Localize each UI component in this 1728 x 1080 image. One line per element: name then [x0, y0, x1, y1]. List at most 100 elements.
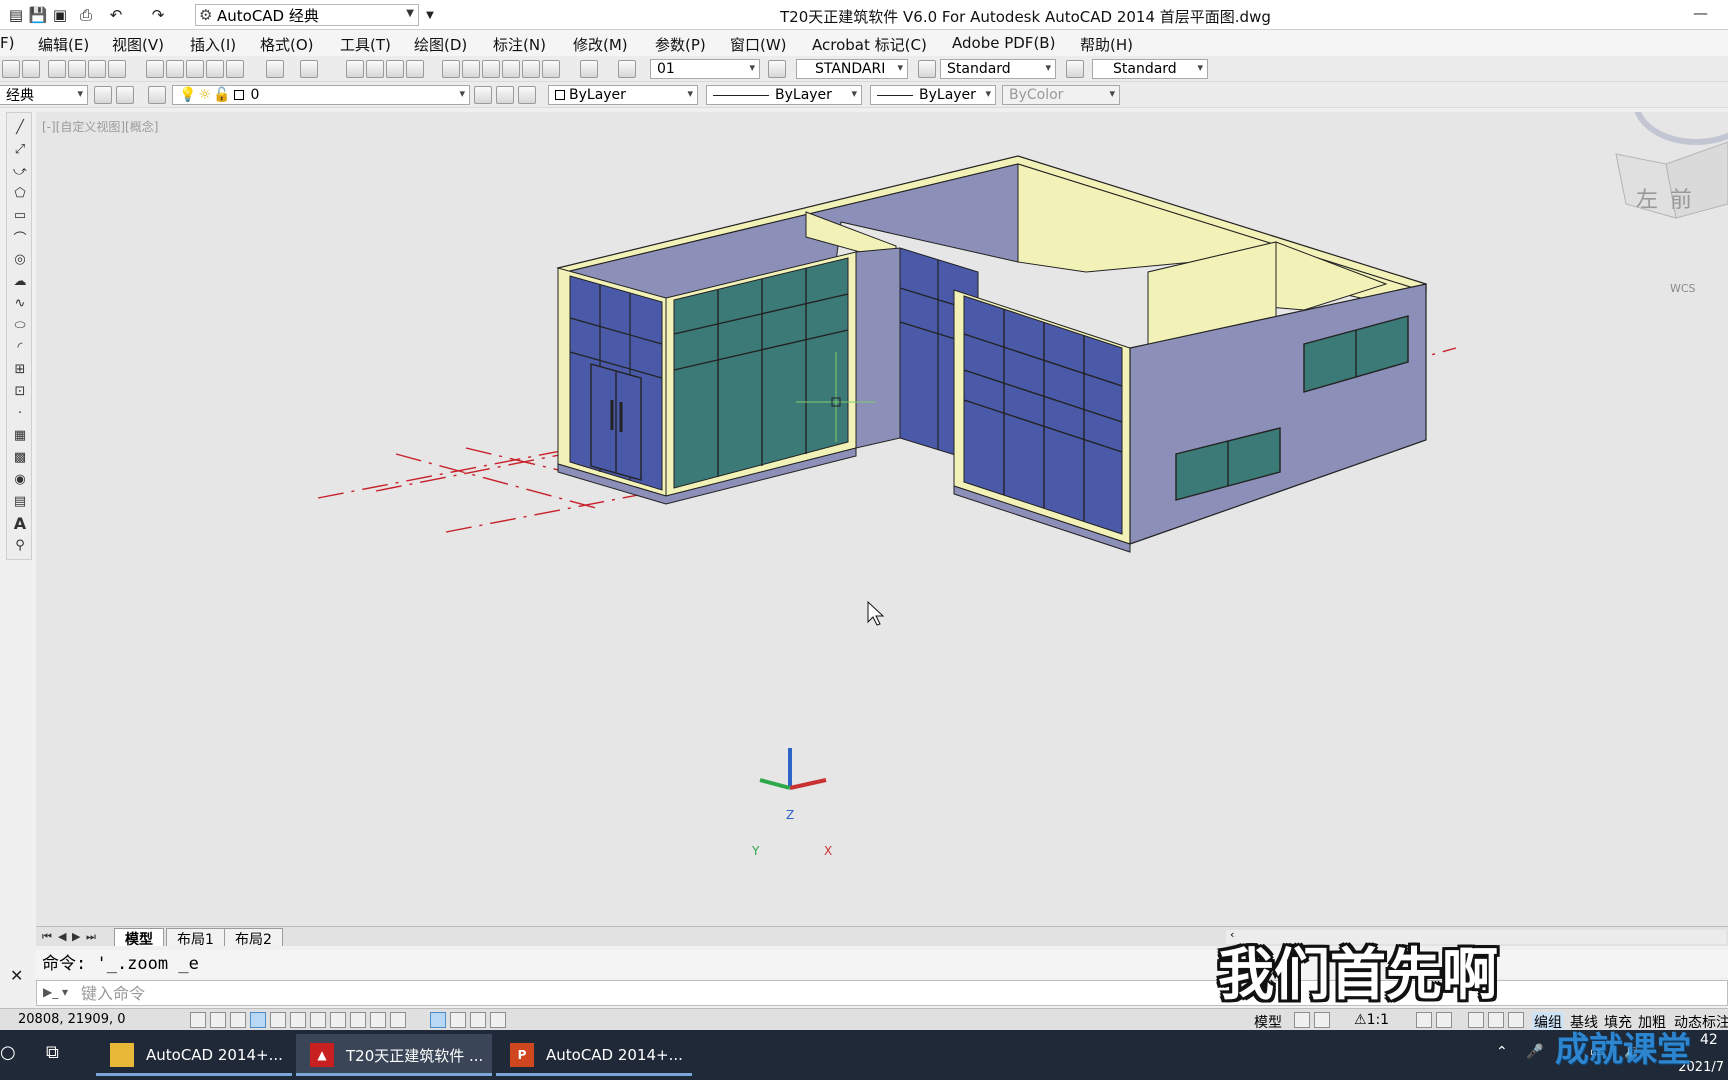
plot-preview-icon[interactable]	[68, 60, 86, 78]
microphone-icon[interactable]: 🎤	[1526, 1044, 1543, 1060]
3d-object-snap-icon[interactable]	[310, 1012, 326, 1028]
minimize-button[interactable]: —	[1693, 4, 1708, 22]
layer-state-icon[interactable]	[518, 86, 536, 104]
redo-tb-icon[interactable]	[300, 60, 318, 78]
start-icon[interactable]: ○	[0, 1042, 16, 1063]
menu-parameters[interactable]: 参数(P)	[655, 34, 706, 55]
cut-icon[interactable]	[146, 60, 164, 78]
workspace-lock-icon[interactable]	[116, 86, 134, 104]
circle-icon[interactable]: ◎	[12, 251, 28, 267]
tab-model[interactable]: 模型	[114, 928, 164, 948]
undo-tb-icon[interactable]	[266, 60, 284, 78]
publish-icon[interactable]	[88, 60, 106, 78]
menu-tools[interactable]: 工具(T)	[340, 34, 391, 55]
infer-constraints-icon[interactable]	[190, 1012, 206, 1028]
command-input[interactable]	[81, 983, 781, 1003]
snap-mode-icon[interactable]	[210, 1012, 226, 1028]
print-icon[interactable]: ⎙	[76, 5, 96, 25]
text-style-icon[interactable]	[618, 60, 636, 78]
prev-tab-icon[interactable]: ◀	[58, 930, 66, 943]
properties-icon[interactable]	[442, 60, 460, 78]
revision-cloud-icon[interactable]: ☁	[12, 273, 28, 289]
layer-select[interactable]: 💡 ☼ 🔓 0 ▾	[172, 85, 470, 105]
region-icon[interactable]: ◉	[12, 471, 28, 487]
hatch-icon[interactable]: ▦	[12, 427, 28, 443]
tray-chevron-icon[interactable]: ⌃	[1496, 1044, 1508, 1060]
zoom-window-icon[interactable]	[386, 60, 404, 78]
gradient-icon[interactable]: ▩	[12, 449, 28, 465]
lineweight-toggle-icon[interactable]	[390, 1012, 406, 1028]
menu-file[interactable]: F)	[0, 34, 14, 52]
dynamic-input-icon[interactable]	[370, 1012, 386, 1028]
drawing-canvas[interactable]	[36, 112, 1728, 928]
command-prompt-icon[interactable]: ▶_ ▾	[43, 985, 68, 999]
zoom-realtime-icon[interactable]	[366, 60, 384, 78]
clock-time[interactable]: 42	[1700, 1032, 1718, 1048]
ortho-mode-icon[interactable]	[250, 1012, 266, 1028]
save-icon[interactable]: 💾	[28, 5, 48, 25]
model-space-toggle[interactable]: 模型	[1254, 1012, 1282, 1032]
match-properties-icon[interactable]	[206, 60, 224, 78]
multileader-style-icon[interactable]	[1066, 60, 1084, 78]
table-style-select[interactable]: Standard ▾	[940, 59, 1056, 79]
workspace-select[interactable]: ⚙ AutoCAD 经典 ▼	[195, 4, 419, 26]
layer-manager-icon[interactable]	[148, 86, 166, 104]
menu-window[interactable]: 窗口(W)	[730, 34, 787, 55]
sheet-set-icon[interactable]	[502, 60, 520, 78]
3d-print-icon[interactable]	[108, 60, 126, 78]
quick-properties-icon[interactable]	[450, 1012, 466, 1028]
layer-previous-icon[interactable]	[496, 86, 514, 104]
point-icon[interactable]: ·	[12, 405, 28, 421]
undo-icon[interactable]: ↶	[106, 5, 126, 25]
construction-line-icon[interactable]: ⤢	[12, 141, 28, 157]
quick-view-drawings-icon[interactable]	[1314, 1012, 1330, 1028]
menu-insert[interactable]: 插入(I)	[190, 34, 236, 55]
annotation-visibility-icon[interactable]	[1416, 1012, 1432, 1028]
make-block-icon[interactable]: ⊡	[12, 383, 28, 399]
open-icon[interactable]: ▤	[6, 5, 26, 25]
polar-tracking-icon[interactable]	[270, 1012, 286, 1028]
last-tab-icon[interactable]: ⏭	[86, 930, 96, 944]
multiline-text-icon[interactable]: A	[12, 514, 28, 533]
dim-style-select[interactable]: STANDARI ▾	[796, 59, 908, 79]
workspace-short-select[interactable]: 经典 ▾	[0, 85, 88, 105]
viewport-controls[interactable]: [-][自定义视图][概念]	[42, 118, 158, 135]
quick-view-layouts-icon[interactable]	[1294, 1012, 1310, 1028]
menu-edit[interactable]: 编辑(E)	[38, 34, 89, 55]
menu-acrobat[interactable]: Acrobat 标记(C)	[812, 34, 927, 55]
annotation-scale[interactable]: ⚠1:1	[1354, 1012, 1389, 1028]
insert-block-icon[interactable]: ⊞	[12, 361, 28, 377]
customize-qat-icon[interactable]: ▼	[420, 5, 440, 25]
transparency-icon[interactable]	[430, 1012, 446, 1028]
tab-layout2[interactable]: 布局2	[224, 928, 283, 948]
hardware-acceleration-icon[interactable]	[1508, 1012, 1524, 1028]
make-current-layer-icon[interactable]	[474, 86, 492, 104]
add-selected-icon[interactable]: ⚲	[12, 537, 28, 553]
polyline-icon[interactable]: ⤻	[12, 163, 28, 179]
auto-scale-icon[interactable]	[1436, 1012, 1452, 1028]
save-file-icon[interactable]	[22, 60, 40, 78]
close-icon[interactable]: ✕	[10, 966, 23, 985]
object-snap-tracking-icon[interactable]	[330, 1012, 346, 1028]
object-snap-icon[interactable]	[290, 1012, 306, 1028]
zoom-previous-icon[interactable]	[406, 60, 424, 78]
workspace-switch-icon[interactable]	[1468, 1012, 1484, 1028]
menu-modify[interactable]: 修改(M)	[573, 34, 628, 55]
redo-icon[interactable]: ↷	[148, 5, 168, 25]
spline-icon[interactable]: ∿	[12, 295, 28, 311]
coordinates-readout[interactable]: 20808, 21909, 0	[18, 1012, 126, 1027]
help-icon[interactable]	[580, 60, 598, 78]
multileader-style-select[interactable]: Standard ▾	[1092, 59, 1208, 79]
open-file-icon[interactable]	[2, 60, 20, 78]
table-style-icon[interactable]	[918, 60, 936, 78]
tab-layout1[interactable]: 布局1	[166, 928, 225, 948]
lineweight-select[interactable]: ByLayer ▾	[870, 85, 996, 105]
viewcube-front-face[interactable]: 前	[1670, 182, 1692, 214]
taskbar-item-powerpoint[interactable]: P AutoCAD 2014+...	[496, 1034, 692, 1076]
next-tab-icon[interactable]: ▶	[72, 930, 80, 943]
ellipse-arc-icon[interactable]: ◜	[12, 339, 28, 355]
menu-draw[interactable]: 绘图(D)	[414, 34, 467, 55]
pan-icon[interactable]	[346, 60, 364, 78]
arc-icon[interactable]: ⌒	[12, 229, 28, 247]
tool-palettes-icon[interactable]	[482, 60, 500, 78]
